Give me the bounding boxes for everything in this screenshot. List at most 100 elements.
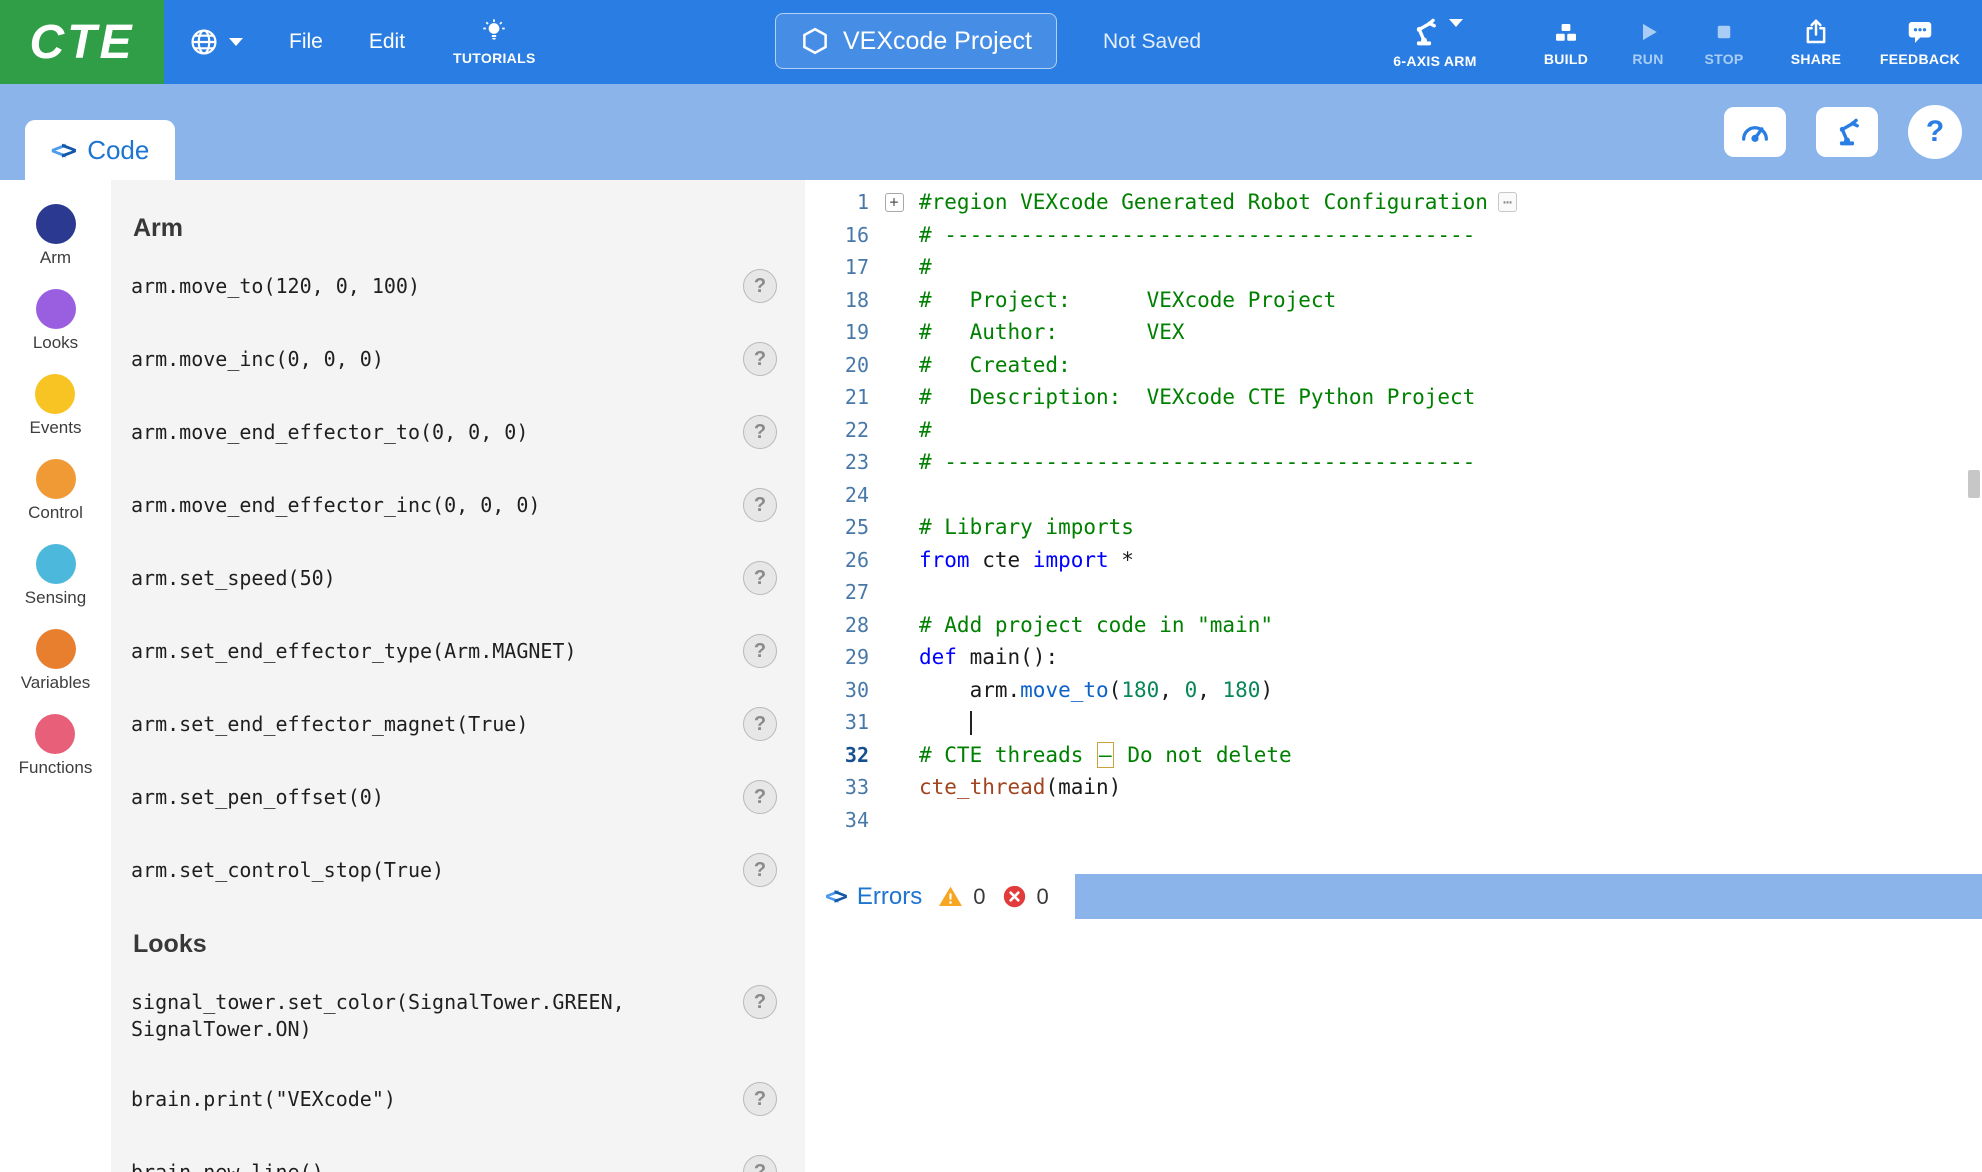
code-line-30[interactable]: 30 arm.move_to(180, 0, 180) bbox=[805, 674, 1982, 707]
command-block[interactable]: arm.set_speed(50) bbox=[131, 565, 336, 592]
command-help-button[interactable]: ? bbox=[743, 561, 777, 595]
code-line-19[interactable]: 19# Author: VEX bbox=[805, 316, 1982, 349]
code-text: from cte import * bbox=[919, 544, 1134, 577]
code-line-34[interactable]: 34 bbox=[805, 804, 1982, 837]
command-block[interactable]: brain.new_line() bbox=[131, 1159, 324, 1172]
code-line-17[interactable]: 17# bbox=[805, 251, 1982, 284]
file-menu[interactable]: File bbox=[289, 30, 323, 54]
code-line-29[interactable]: 29def main(): bbox=[805, 641, 1982, 674]
help-button[interactable]: ? bbox=[1908, 105, 1962, 159]
command-row: arm.set_pen_offset(0)? bbox=[131, 784, 777, 814]
code-line-27[interactable]: 27 bbox=[805, 576, 1982, 609]
stop-label: STOP bbox=[1704, 51, 1743, 67]
project-name-button[interactable]: VEXcode Project bbox=[775, 13, 1057, 69]
command-block[interactable]: arm.move_end_effector_inc(0, 0, 0) bbox=[131, 492, 540, 519]
command-help-button[interactable]: ? bbox=[743, 415, 777, 449]
run-button[interactable]: RUN bbox=[1618, 17, 1678, 67]
hexagon-icon bbox=[800, 26, 830, 56]
command-block[interactable]: arm.move_to(120, 0, 100) bbox=[131, 273, 420, 300]
language-menu[interactable] bbox=[188, 26, 243, 58]
code-line-21[interactable]: 21# Description: VEXcode CTE Python Proj… bbox=[805, 381, 1982, 414]
code-line-23[interactable]: 23# ------------------------------------… bbox=[805, 446, 1982, 479]
code-line-33[interactable]: 33cte_thread(main) bbox=[805, 771, 1982, 804]
command-help-button[interactable]: ? bbox=[743, 1155, 777, 1172]
build-button[interactable]: BUILD bbox=[1530, 17, 1602, 67]
command-help-button[interactable]: ? bbox=[743, 269, 777, 303]
command-row: arm.set_end_effector_magnet(True)? bbox=[131, 711, 777, 741]
command-help-button[interactable]: ? bbox=[743, 342, 777, 376]
robot-arm-icon bbox=[1407, 15, 1441, 49]
text-cursor bbox=[970, 711, 972, 735]
category-sensing[interactable]: Sensing bbox=[25, 544, 86, 608]
command-row: arm.move_end_effector_to(0, 0, 0)? bbox=[131, 419, 777, 449]
stop-button[interactable]: STOP bbox=[1694, 17, 1754, 67]
line-number: 27 bbox=[805, 576, 869, 609]
command-block[interactable]: signal_tower.set_color(SignalTower.GREEN… bbox=[131, 989, 661, 1043]
code-tab-label: Code bbox=[87, 135, 149, 166]
line-number: 30 bbox=[805, 674, 869, 707]
command-row: arm.move_end_effector_inc(0, 0, 0)? bbox=[131, 492, 777, 522]
category-looks[interactable]: Looks bbox=[33, 289, 78, 353]
category-arm[interactable]: Arm bbox=[36, 204, 76, 268]
command-help-button[interactable]: ? bbox=[743, 853, 777, 887]
dashboard-button[interactable] bbox=[1724, 107, 1786, 157]
code-line-32[interactable]: 32# CTE threads — Do not delete bbox=[805, 739, 1982, 772]
code-line-26[interactable]: 26from cte import * bbox=[805, 544, 1982, 577]
tab-errors[interactable]: <> Errors 0 bbox=[805, 874, 1075, 919]
command-block[interactable]: arm.set_end_effector_magnet(True) bbox=[131, 711, 528, 738]
category-label: Variables bbox=[21, 673, 91, 693]
tab-bar: <> Code bbox=[0, 84, 1982, 180]
code-text: #region VEXcode Generated Robot Configur… bbox=[919, 186, 1488, 219]
fold-column bbox=[869, 511, 919, 544]
code-line-24[interactable]: 24 bbox=[805, 479, 1982, 512]
code-line-28[interactable]: 28# Add project code in "main" bbox=[805, 609, 1982, 642]
vexcode-app: CTE File Edit bbox=[0, 0, 1982, 1172]
category-events[interactable]: Events bbox=[30, 374, 82, 438]
tab-code[interactable]: <> Code bbox=[25, 120, 175, 180]
command-row: brain.print("VEXcode")? bbox=[131, 1086, 777, 1116]
gauge-icon bbox=[1737, 115, 1773, 149]
editor-scrollbar-thumb[interactable] bbox=[1968, 470, 1980, 498]
command-help-button[interactable]: ? bbox=[743, 707, 777, 741]
fold-column bbox=[869, 414, 919, 447]
line-number: 24 bbox=[805, 479, 869, 512]
device-selector[interactable]: 6-AXIS ARM bbox=[1360, 15, 1510, 69]
code-brackets-icon: <> bbox=[825, 882, 848, 911]
category-variables[interactable]: Variables bbox=[21, 629, 91, 693]
category-control[interactable]: Control bbox=[28, 459, 83, 523]
command-block[interactable]: arm.set_pen_offset(0) bbox=[131, 784, 384, 811]
fold-plus-icon[interactable]: + bbox=[885, 193, 904, 212]
command-block[interactable]: arm.move_end_effector_to(0, 0, 0) bbox=[131, 419, 528, 446]
command-block[interactable]: arm.set_end_effector_type(Arm.MAGNET) bbox=[131, 638, 577, 665]
collapsed-region-badge[interactable]: ⋯ bbox=[1498, 192, 1517, 212]
code-editor[interactable]: 1+#region VEXcode Generated Robot Config… bbox=[805, 180, 1982, 874]
command-row: arm.move_to(120, 0, 100)? bbox=[131, 273, 777, 303]
command-help-button[interactable]: ? bbox=[743, 985, 777, 1019]
command-help-button[interactable]: ? bbox=[743, 634, 777, 668]
command-block[interactable]: arm.move_inc(0, 0, 0) bbox=[131, 346, 384, 373]
edit-menu[interactable]: Edit bbox=[369, 30, 405, 54]
code-line-1[interactable]: 1+#region VEXcode Generated Robot Config… bbox=[805, 186, 1982, 219]
code-line-18[interactable]: 18# Project: VEXcode Project bbox=[805, 284, 1982, 317]
command-help-button[interactable]: ? bbox=[743, 1082, 777, 1116]
category-functions[interactable]: Functions bbox=[19, 714, 93, 778]
code-line-22[interactable]: 22# bbox=[805, 414, 1982, 447]
feedback-button[interactable]: FEEDBACK bbox=[1872, 17, 1968, 67]
share-button[interactable]: SHARE bbox=[1778, 17, 1854, 67]
fold-column bbox=[869, 674, 919, 707]
code-line-31[interactable]: 31 bbox=[805, 706, 1982, 739]
command-block[interactable]: brain.print("VEXcode") bbox=[131, 1086, 396, 1113]
cte-logo[interactable]: CTE bbox=[0, 0, 164, 84]
fold-column bbox=[869, 316, 919, 349]
code-line-25[interactable]: 25# Library imports bbox=[805, 511, 1982, 544]
fold-column bbox=[869, 381, 919, 414]
code-line-16[interactable]: 16# ------------------------------------… bbox=[805, 219, 1982, 252]
line-number: 19 bbox=[805, 316, 869, 349]
command-help-button[interactable]: ? bbox=[743, 780, 777, 814]
command-help-button[interactable]: ? bbox=[743, 488, 777, 522]
command-block[interactable]: arm.set_control_stop(True) bbox=[131, 857, 444, 884]
line-number: 29 bbox=[805, 641, 869, 674]
tutorials-button[interactable]: TUTORIALS bbox=[453, 18, 536, 66]
device-config-button[interactable] bbox=[1816, 107, 1878, 157]
code-line-20[interactable]: 20# Created: bbox=[805, 349, 1982, 382]
